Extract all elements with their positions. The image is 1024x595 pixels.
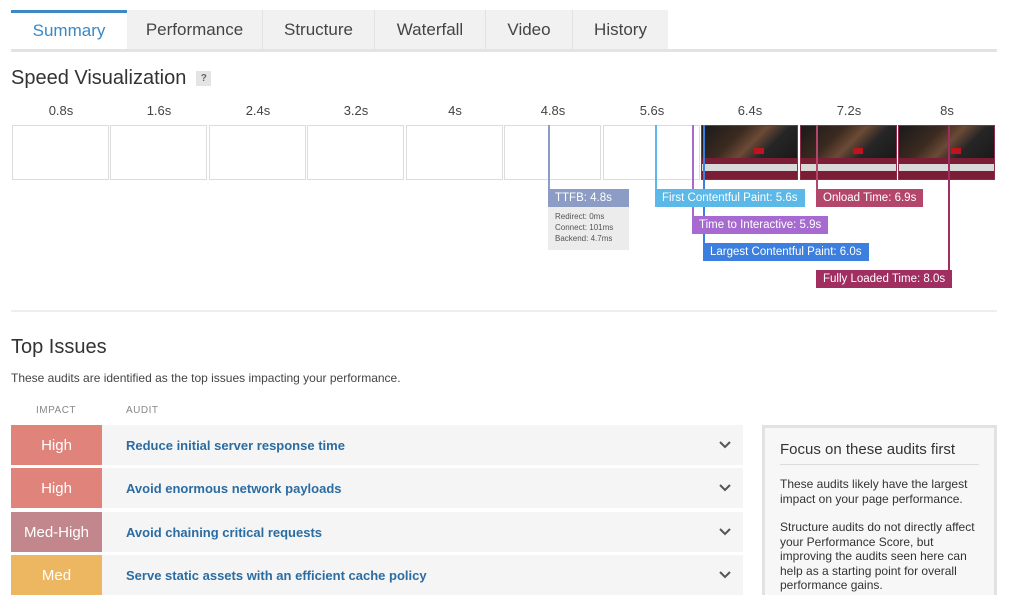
- tab-bar: Summary Performance Structure Waterfall …: [11, 10, 997, 52]
- filmstrip-frame[interactable]: [406, 125, 503, 180]
- timeline-tick: 4.8s: [540, 103, 566, 118]
- audit-row[interactable]: Med-High Avoid chaining critical request…: [11, 512, 743, 552]
- filmstrip-frame-screenshot[interactable]: [701, 125, 798, 180]
- focus-panel: Focus on these audits first These audits…: [762, 425, 997, 595]
- tab-performance[interactable]: Performance: [127, 10, 263, 49]
- lcp-marker: Largest Contentful Paint: 6.0s: [703, 243, 869, 261]
- chevron-down-icon[interactable]: [707, 555, 743, 595]
- timeline-tick: 4s: [448, 103, 462, 118]
- ttfb-details: Redirect: 0ms Connect: 101ms Backend: 4.…: [548, 207, 629, 250]
- audit-title[interactable]: Avoid chaining critical requests: [126, 512, 322, 552]
- timeline-tick: 7.2s: [836, 103, 862, 118]
- audit-row[interactable]: Med Serve static assets with an efficien…: [11, 555, 743, 595]
- fcp-marker: First Contentful Paint: 5.6s: [655, 189, 805, 207]
- fcp-line: [655, 125, 657, 189]
- focus-panel-title: Focus on these audits first: [780, 441, 979, 465]
- audit-column-header: AUDIT: [126, 405, 159, 416]
- tti-marker: Time to Interactive: 5.9s: [692, 216, 829, 234]
- filmstrip-frame[interactable]: [504, 125, 601, 180]
- tab-waterfall[interactable]: Waterfall: [375, 10, 486, 49]
- ttfb-connect: Connect: 101ms: [555, 223, 614, 232]
- filmstrip-frame[interactable]: [110, 125, 207, 180]
- chevron-down-icon[interactable]: [707, 512, 743, 552]
- impact-badge: High: [11, 425, 102, 465]
- timeline-tick: 8s: [940, 103, 954, 118]
- tab-structure[interactable]: Structure: [263, 10, 375, 49]
- timeline-tick: 1.6s: [146, 103, 172, 118]
- tab-history[interactable]: History: [573, 10, 668, 49]
- audit-title[interactable]: Reduce initial server response time: [126, 425, 345, 465]
- filmstrip-frame-screenshot[interactable]: [898, 125, 995, 180]
- impact-badge: High: [11, 468, 102, 508]
- section-divider: [11, 310, 997, 312]
- filmstrip-frame[interactable]: [603, 125, 700, 180]
- onload-line: [816, 125, 818, 189]
- ttfb-line: [548, 125, 550, 189]
- fully-loaded-marker: Fully Loaded Time: 8.0s: [816, 270, 953, 288]
- focus-panel-text: Structure audits do not directly affect …: [780, 520, 975, 592]
- onload-marker: Onload Time: 6.9s: [816, 189, 924, 207]
- chevron-down-icon[interactable]: [707, 425, 743, 465]
- audit-row[interactable]: High Avoid enormous network payloads: [11, 468, 743, 508]
- impact-badge: Med: [11, 555, 102, 595]
- speed-visualization-heading: Speed Visualization: [11, 67, 187, 89]
- speed-visualization-title: Speed Visualization ?: [11, 67, 212, 90]
- timeline-tick: 5.6s: [639, 103, 665, 118]
- filmstrip-frame[interactable]: [12, 125, 109, 180]
- filmstrip-frame[interactable]: [209, 125, 306, 180]
- top-issues-title: Top Issues: [11, 336, 107, 358]
- filmstrip-frame[interactable]: [307, 125, 404, 180]
- impact-badge: Med-High: [11, 512, 102, 552]
- fully-loaded-line: [948, 125, 950, 271]
- timeline-tick: 2.4s: [245, 103, 271, 118]
- audit-title[interactable]: Serve static assets with an efficient ca…: [126, 555, 427, 595]
- chevron-down-icon[interactable]: [707, 468, 743, 508]
- ttfb-marker: TTFB: 4.8s: [548, 189, 629, 207]
- help-icon[interactable]: ?: [196, 71, 212, 86]
- timeline-tick: 3.2s: [343, 103, 369, 118]
- focus-panel-text: These audits likely have the largest imp…: [780, 477, 968, 506]
- filmstrip-frame-screenshot[interactable]: [800, 125, 897, 180]
- audit-row[interactable]: High Reduce initial server response time: [11, 425, 743, 465]
- ttfb-redirect: Redirect: 0ms: [555, 212, 605, 221]
- tab-summary[interactable]: Summary: [11, 10, 127, 49]
- top-issues-description: These audits are identified as the top i…: [11, 371, 401, 385]
- ttfb-backend: Backend: 4.7ms: [555, 234, 613, 243]
- tab-video[interactable]: Video: [486, 10, 573, 49]
- audit-title[interactable]: Avoid enormous network payloads: [126, 468, 342, 508]
- timeline-tick: 6.4s: [737, 103, 763, 118]
- timeline-tick: 0.8s: [48, 103, 74, 118]
- impact-column-header: IMPACT: [36, 405, 77, 416]
